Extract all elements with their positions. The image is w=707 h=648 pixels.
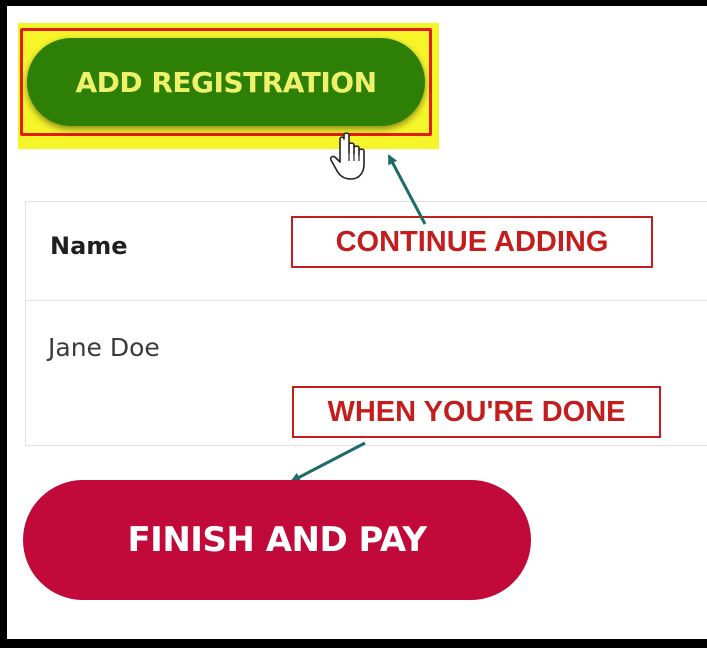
screenshot-frame: Name Jane Doe ADD REGISTRATION CONTINUE …: [0, 0, 707, 648]
continue-adding-callout: CONTINUE ADDING: [291, 216, 653, 268]
when-done-callout: WHEN YOU'RE DONE: [292, 386, 661, 438]
add-registration-label: ADD REGISTRATION: [75, 65, 377, 99]
add-registration-button[interactable]: ADD REGISTRATION: [27, 38, 425, 126]
table-divider: [25, 300, 707, 301]
done-arrow: [290, 441, 366, 483]
name-column-header: Name: [50, 232, 128, 260]
add-registration-outline: ADD REGISTRATION: [20, 28, 432, 136]
registrant-name-cell: Jane Doe: [48, 333, 160, 362]
hand-pointer-icon: [329, 132, 365, 180]
finish-and-pay-label: FINISH AND PAY: [127, 520, 427, 560]
finish-and-pay-button[interactable]: FINISH AND PAY: [23, 480, 531, 600]
